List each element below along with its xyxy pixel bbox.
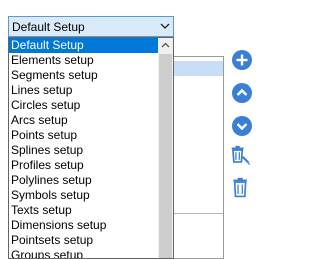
dropdown-option[interactable]: Segments setup [9, 68, 158, 83]
dropdown-option[interactable]: Pointsets setup [9, 233, 158, 248]
dropdown-option[interactable]: Elements setup [9, 53, 158, 68]
setup-dropdown[interactable]: Default Setup [8, 16, 174, 37]
dropdown-option[interactable]: Default Setup [9, 38, 158, 53]
dropdown-option[interactable]: Groups setup [9, 248, 158, 258]
dropdown-option[interactable]: Arcs setup [9, 113, 158, 128]
trash-icon[interactable] [230, 177, 252, 199]
dropdown-option[interactable]: Dimensions setup [9, 218, 158, 233]
setup-dropdown-value: Default Setup [12, 20, 85, 34]
dropdown-option[interactable]: Symbols setup [9, 188, 158, 203]
dropdown-option[interactable]: Splines setup [9, 143, 158, 158]
dropdown-option[interactable]: Points setup [9, 128, 158, 143]
dropdown-scrollbar[interactable] [158, 38, 173, 258]
dropdown-items: Default Setup Elements setup Segments setu… [9, 38, 158, 258]
move-up-icon[interactable] [231, 82, 253, 104]
setup-dropdown-list[interactable]: Default Setup Elements setup Segments setu… [8, 37, 174, 259]
dropdown-option[interactable]: Profiles setup [9, 158, 158, 173]
scrollbar-thumb[interactable] [159, 54, 172, 258]
trash-edit-icon[interactable] [230, 145, 252, 167]
dropdown-option[interactable]: Texts setup [9, 203, 158, 218]
chevron-down-icon [160, 23, 170, 29]
plus-circle-icon[interactable] [231, 49, 253, 71]
dropdown-option[interactable]: Circles setup [9, 98, 158, 113]
scroll-up-icon[interactable] [158, 38, 173, 53]
move-down-icon[interactable] [231, 115, 253, 137]
dropdown-option[interactable]: Polylines setup [9, 173, 158, 188]
dropdown-option[interactable]: Lines setup [9, 83, 158, 98]
